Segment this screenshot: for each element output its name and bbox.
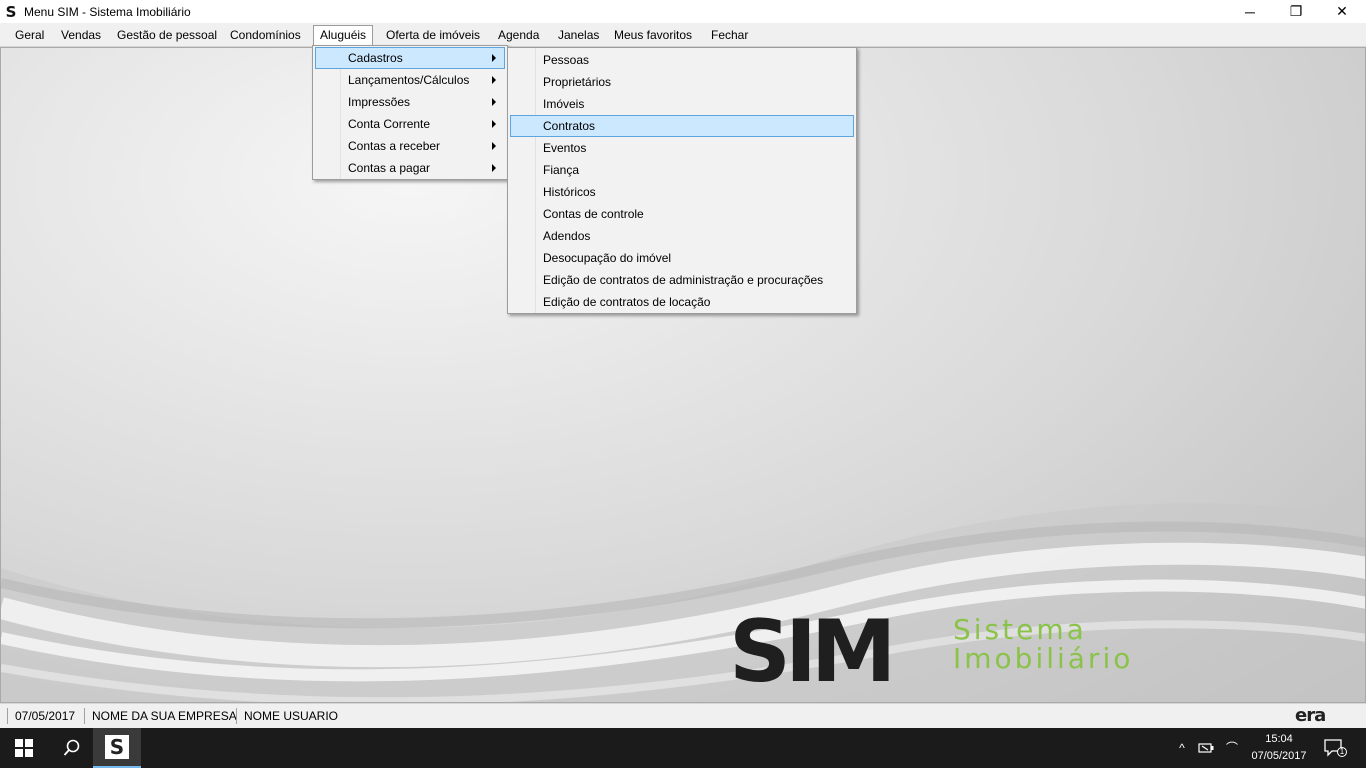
clock-time: 15:04 (1265, 733, 1293, 745)
menu-agenda[interactable]: Agenda (492, 25, 545, 46)
logo-line-1: Sistema (953, 613, 1087, 646)
clock-date: 07/05/2017 (1251, 750, 1307, 762)
minimize-button[interactable]: ─ (1227, 0, 1273, 23)
submenu-cadastros: Pessoas Proprietários Imóveis Contratos … (507, 47, 857, 314)
menu-item-edicao-contratos-administracao[interactable]: Edição de contratos de administração e p… (510, 269, 854, 291)
submenu-arrow-icon (492, 76, 496, 84)
start-button[interactable] (0, 728, 48, 768)
title-bar[interactable]: S Menu SIM - Sistema Imobiliário ─ ❐ ✕ (0, 0, 1366, 23)
menu-item-impressoes[interactable]: Impressões (315, 91, 505, 113)
dropdown-alugueis: Cadastros Lançamentos/Cálculos Impressõe… (312, 45, 508, 180)
menu-oferta-de-imoveis[interactable]: Oferta de imóveis (380, 25, 486, 46)
submenu-arrow-icon (492, 142, 496, 150)
menu-vendas[interactable]: Vendas (55, 25, 107, 46)
notification-count: 1 (1337, 747, 1347, 757)
menu-condominios[interactable]: Condomínios (224, 25, 307, 46)
menu-item-label: Lançamentos/Cálculos (348, 73, 470, 87)
menu-item-eventos[interactable]: Eventos (510, 137, 854, 159)
submenu-arrow-icon (492, 98, 496, 106)
menu-janelas[interactable]: Janelas (552, 25, 605, 46)
status-separator (7, 708, 8, 724)
menu-item-pessoas[interactable]: Pessoas (510, 49, 854, 71)
menu-bar: Geral Vendas Gestão de pessoal Condomíni… (0, 23, 1366, 47)
menu-item-historicos[interactable]: Históricos (510, 181, 854, 203)
menu-item-proprietarios[interactable]: Proprietários (510, 71, 854, 93)
logo-brand: SIM (729, 602, 897, 702)
app-icon: S (5, 2, 17, 21)
logo-line-2: Imobiliário (953, 642, 1134, 675)
window-title: Menu SIM - Sistema Imobiliário (24, 4, 191, 19)
submenu-arrow-icon (492, 120, 496, 128)
battery-icon[interactable] (1198, 740, 1216, 756)
menu-item-edicao-contratos-locacao[interactable]: Edição de contratos de locação (510, 291, 854, 313)
menu-gestao-de-pessoal[interactable]: Gestão de pessoal (111, 25, 223, 46)
submenu-arrow-icon (492, 164, 496, 172)
menu-alugueis[interactable]: Aluguéis (313, 25, 374, 46)
menu-item-imoveis[interactable]: Imóveis (510, 93, 854, 115)
menu-item-contas-de-controle[interactable]: Contas de controle (510, 203, 854, 225)
network-icon[interactable]: ⌒ (1224, 740, 1240, 756)
taskbar: S ^ ⌒ 15:04 07/05/2017 1 (0, 728, 1366, 768)
menu-item-contas-a-receber[interactable]: Contas a receber (315, 135, 505, 157)
status-bar: 07/05/2017 NOME DA SUA EMPRESA NOME USUA… (0, 703, 1366, 728)
taskbar-app-sim[interactable]: S (93, 728, 141, 768)
tray-chevron-icon[interactable]: ^ (1175, 740, 1189, 756)
status-separator (236, 708, 237, 724)
status-separator (84, 708, 85, 724)
menu-fechar[interactable]: Fechar (705, 25, 754, 46)
menu-item-contratos[interactable]: Contratos (510, 115, 854, 137)
menu-item-label: Impressões (348, 95, 411, 109)
menu-item-desocupacao-do-imovel[interactable]: Desocupação do imóvel (510, 247, 854, 269)
menu-item-contas-a-pagar[interactable]: Contas a pagar (315, 157, 505, 179)
menu-item-fianca[interactable]: Fiança (510, 159, 854, 181)
close-button[interactable]: ✕ (1319, 0, 1365, 23)
submenu-arrow-icon (492, 54, 496, 62)
system-clock[interactable]: 15:04 07/05/2017 (1243, 731, 1315, 765)
menu-item-adendos[interactable]: Adendos (510, 225, 854, 247)
menu-item-label: Contas a pagar (348, 161, 431, 175)
action-center-icon[interactable]: 1 (1324, 739, 1347, 757)
search-icon (63, 739, 80, 756)
menu-item-label: Cadastros (348, 51, 403, 65)
menu-meus-favoritos[interactable]: Meus favoritos (608, 25, 698, 46)
windows-logo-icon (15, 739, 33, 757)
maximize-button[interactable]: ❐ (1273, 0, 1319, 23)
menu-item-cadastros[interactable]: Cadastros (315, 47, 505, 69)
status-company: NOME DA SUA EMPRESA (92, 709, 237, 723)
menu-item-label: Conta Corrente (348, 117, 431, 131)
status-date: 07/05/2017 (15, 709, 76, 723)
menu-item-lancamentos-calculos[interactable]: Lançamentos/Cálculos (315, 69, 505, 91)
sim-logo: SIM Sistema Imobiliário (729, 609, 1249, 695)
menu-item-conta-corrente[interactable]: Conta Corrente (315, 113, 505, 135)
era-logo: era (1295, 705, 1326, 726)
status-user: NOME USUARIO (244, 709, 339, 723)
menu-item-label: Contas a receber (348, 139, 441, 153)
sim-app-icon: S (105, 735, 129, 759)
menu-geral[interactable]: Geral (9, 25, 50, 46)
search-button[interactable] (48, 728, 96, 768)
